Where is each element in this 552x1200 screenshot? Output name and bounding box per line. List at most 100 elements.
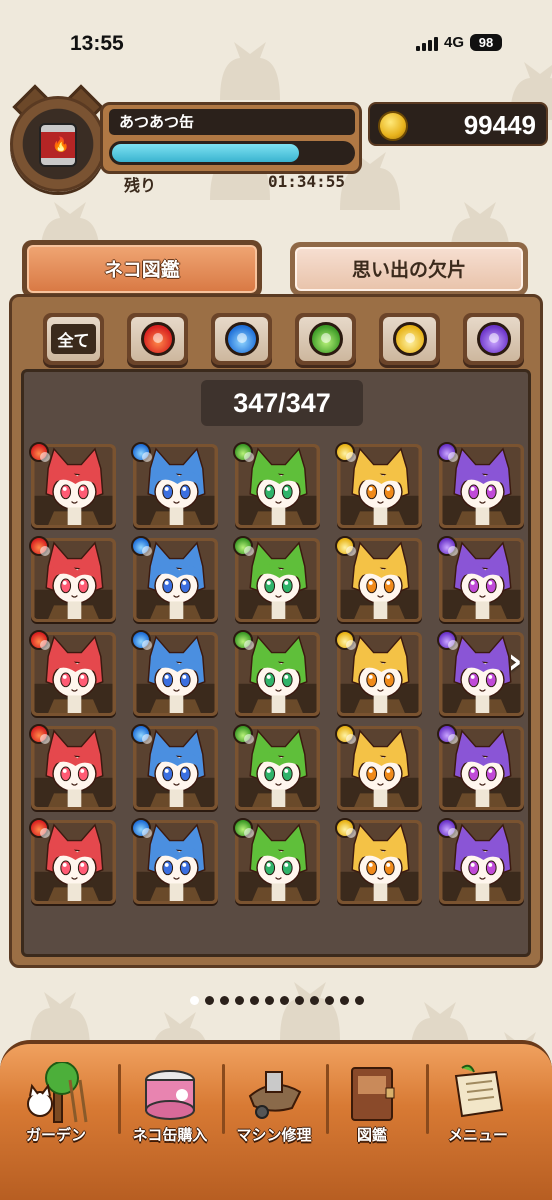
status-bar: 13:55 4G 98 xyxy=(0,0,552,90)
can-timer-panel[interactable]: あつあつ缶 xyxy=(100,102,362,174)
cat-card-light[interactable] xyxy=(335,724,422,810)
cat-card-fire[interactable] xyxy=(29,724,116,810)
wood-element-icon xyxy=(233,724,254,744)
cat-card-grid xyxy=(29,442,526,904)
cat-can-icon xyxy=(145,1070,195,1120)
coin-counter[interactable]: 99449 xyxy=(368,102,548,146)
tab-cat-encyclopedia[interactable]: ネコ図鑑 xyxy=(22,240,262,298)
filter-dark-button[interactable] xyxy=(463,313,524,365)
garden-icon xyxy=(27,1062,88,1123)
cat-card-fire[interactable] xyxy=(29,818,116,904)
page-dot[interactable] xyxy=(325,996,334,1005)
collection-area: 347/347 xyxy=(21,369,531,1005)
tab-label: ネコ図鑑 xyxy=(27,245,257,293)
cat-card-fire[interactable] xyxy=(29,630,116,716)
cat-card-dark[interactable] xyxy=(437,442,524,528)
fire-element-icon xyxy=(29,630,50,650)
cat-card-water[interactable] xyxy=(131,442,218,528)
can-name: あつあつ缶 xyxy=(109,109,355,135)
remaining-time: 01:34:55 xyxy=(268,172,346,191)
status-indicators: 4G 98 xyxy=(415,34,502,51)
cat-card-wood[interactable] xyxy=(233,630,320,716)
can-progress-fill xyxy=(112,144,300,162)
nav-label: メニュー xyxy=(447,1126,508,1144)
fire-element-icon xyxy=(29,818,50,838)
coin-value: 99449 xyxy=(463,110,536,140)
page-dot[interactable] xyxy=(250,996,259,1005)
next-page-arrow[interactable]: › xyxy=(500,640,530,686)
water-element-icon xyxy=(131,724,152,744)
cat-card-fire[interactable] xyxy=(29,442,116,528)
page-dot[interactable] xyxy=(235,996,244,1005)
light-element-icon xyxy=(335,818,356,838)
filter-light-button[interactable] xyxy=(379,313,440,365)
page-dot[interactable] xyxy=(295,996,304,1005)
book-icon xyxy=(351,1067,395,1121)
filter-all-button[interactable]: 全て xyxy=(43,313,104,365)
airship-icon xyxy=(248,1071,302,1119)
fire-element-icon xyxy=(29,724,50,744)
fire-element-icon xyxy=(140,322,175,356)
wood-element-icon xyxy=(233,818,254,838)
cat-card-light[interactable] xyxy=(335,442,422,528)
page-indicator xyxy=(190,996,364,1005)
hot-can-icon: 🔥 xyxy=(39,123,77,167)
water-element-icon xyxy=(131,442,152,462)
cat-card-fire[interactable] xyxy=(29,536,116,622)
cat-card-dark[interactable] xyxy=(437,818,524,904)
page-dot[interactable] xyxy=(280,996,289,1005)
cat-card-light[interactable] xyxy=(335,630,422,716)
page-dot[interactable] xyxy=(265,996,274,1005)
nav-garden[interactable]: ガーデン xyxy=(6,1052,106,1172)
tab-label: 思い出の欠片 xyxy=(295,247,523,291)
filter-water-button[interactable] xyxy=(211,313,272,365)
dark-element-icon xyxy=(437,724,458,744)
cat-card-water[interactable] xyxy=(131,630,218,716)
filter-fire-button[interactable] xyxy=(127,313,188,365)
dark-element-icon xyxy=(437,630,458,650)
page-dot[interactable] xyxy=(205,996,214,1005)
nav-menu[interactable]: メニュー xyxy=(428,1052,528,1172)
light-element-icon xyxy=(335,630,356,650)
page-dot[interactable] xyxy=(190,996,199,1005)
page-dot[interactable] xyxy=(310,996,319,1005)
nav-label: ネコ缶購入 xyxy=(132,1126,208,1144)
nav-label: マシン修理 xyxy=(236,1126,312,1144)
filter-wood-button[interactable] xyxy=(295,313,356,365)
wood-element-icon xyxy=(308,322,343,356)
cat-card-water[interactable] xyxy=(131,818,218,904)
nav-machine-repair[interactable]: マシン修理 xyxy=(224,1052,324,1172)
cat-card-wood[interactable] xyxy=(233,442,320,528)
cat-card-water[interactable] xyxy=(131,536,218,622)
water-element-icon xyxy=(224,322,259,356)
dark-element-icon xyxy=(437,818,458,838)
page-dot[interactable] xyxy=(355,996,364,1005)
collection-count: 347/347 xyxy=(201,380,363,426)
nav-encyclopedia[interactable]: 図鑑 xyxy=(322,1052,422,1172)
cat-can-badge[interactable]: 🔥 xyxy=(10,96,106,192)
page-dot[interactable] xyxy=(340,996,349,1005)
wood-element-icon xyxy=(233,442,254,462)
nav-buy-cat-can[interactable]: ネコ缶購入 xyxy=(120,1052,220,1172)
filter-all-label: 全て xyxy=(51,324,96,354)
tab-memory-fragments[interactable]: 思い出の欠片 xyxy=(290,242,528,296)
cat-card-dark[interactable] xyxy=(437,724,524,810)
signal-icon xyxy=(415,35,438,51)
scroll-menu-icon xyxy=(454,1064,504,1118)
nav-label: ガーデン xyxy=(25,1126,86,1144)
dark-element-icon xyxy=(476,322,511,356)
cat-card-dark[interactable] xyxy=(437,536,524,622)
light-element-icon xyxy=(335,536,356,556)
cat-card-light[interactable] xyxy=(335,536,422,622)
bottom-navigation: ガーデン ネコ缶購入 マシン修理 図鑑 メニュー xyxy=(0,1040,552,1200)
water-element-icon xyxy=(131,536,152,556)
light-element-icon xyxy=(335,442,356,462)
page-dot[interactable] xyxy=(220,996,229,1005)
cat-card-water[interactable] xyxy=(131,724,218,810)
dark-element-icon xyxy=(437,536,458,556)
cat-card-wood[interactable] xyxy=(233,536,320,622)
cat-card-light[interactable] xyxy=(335,818,422,904)
cat-card-wood[interactable] xyxy=(233,818,320,904)
cat-card-wood[interactable] xyxy=(233,724,320,810)
light-element-icon xyxy=(335,724,356,744)
